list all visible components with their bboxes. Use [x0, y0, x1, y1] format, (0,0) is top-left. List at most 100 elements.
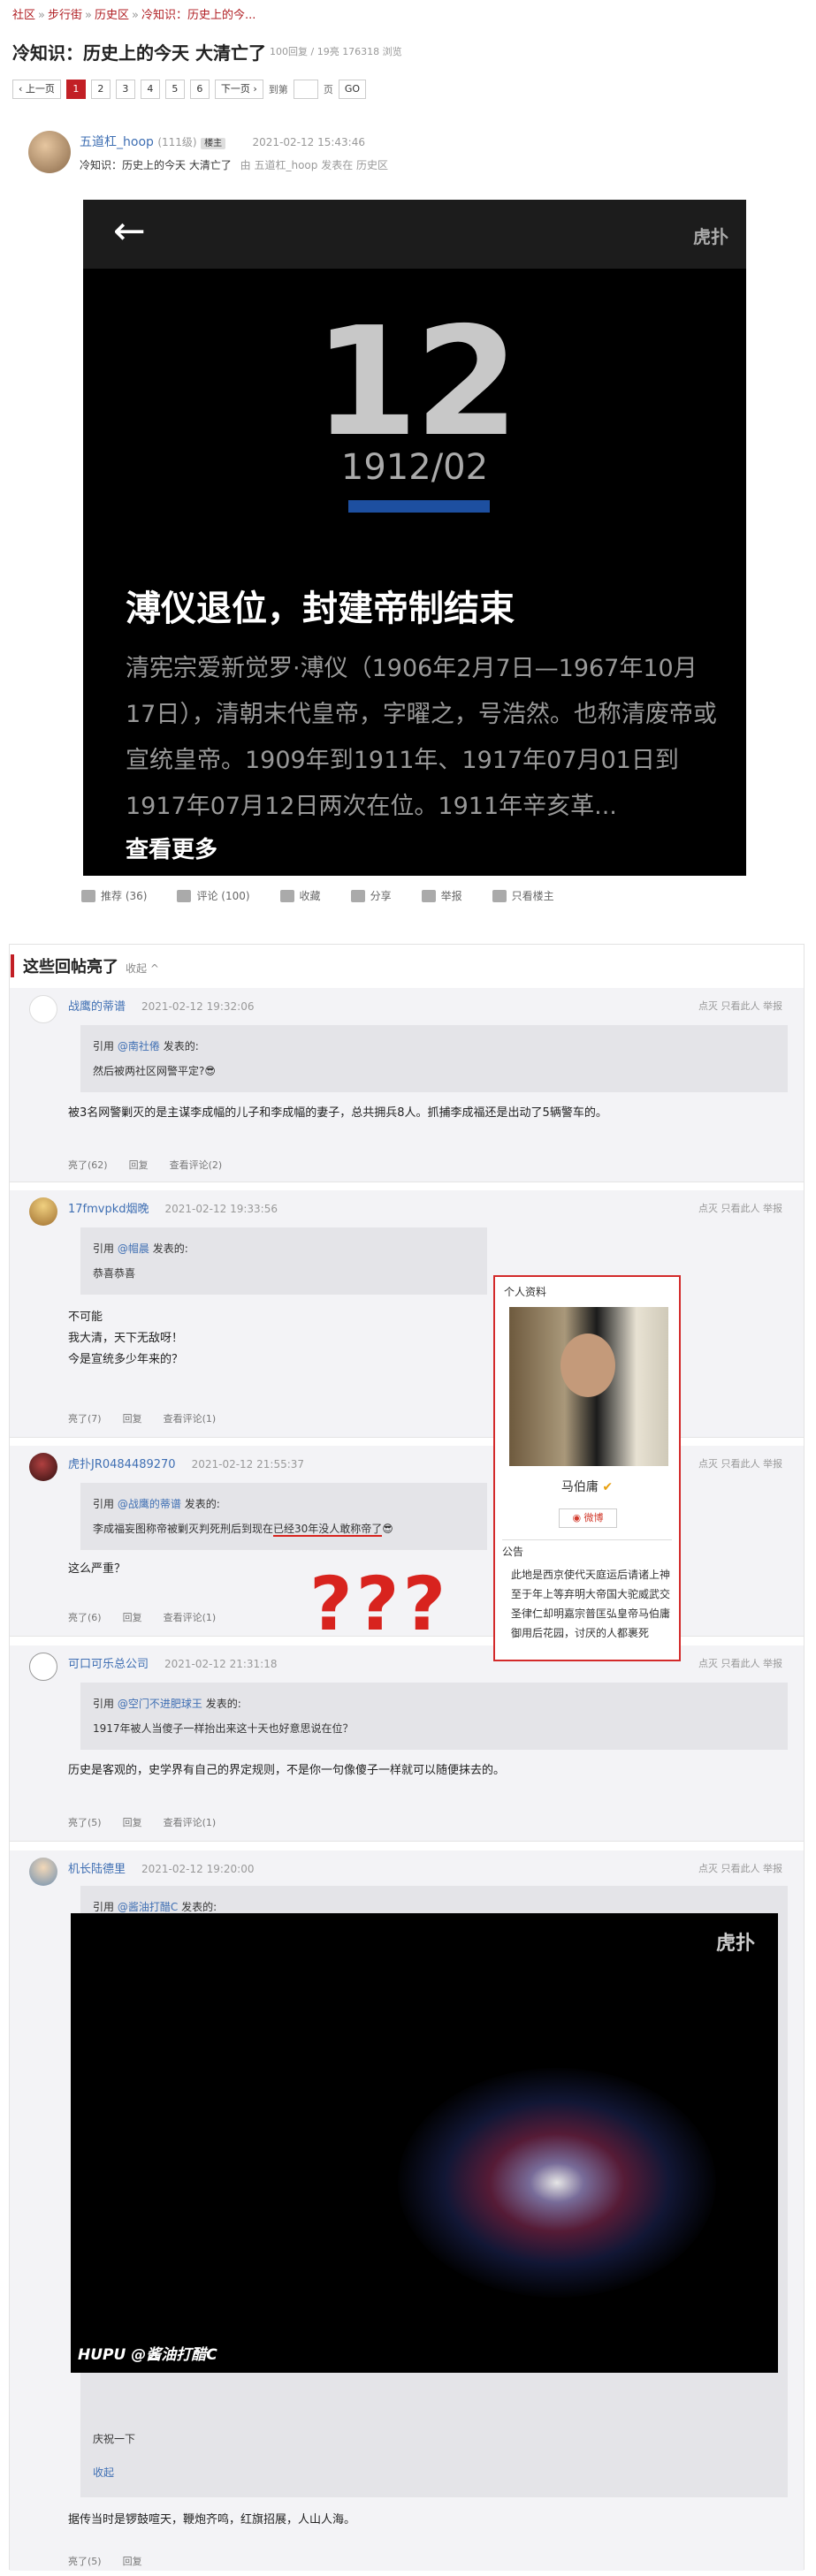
- comment-icon: [177, 889, 192, 902]
- share-action[interactable]: 分享: [350, 888, 392, 903]
- view-comments-button[interactable]: 查看评论(1): [164, 1815, 217, 1829]
- reply-button[interactable]: 回复: [123, 1411, 142, 1425]
- page-unit-label: 页: [323, 84, 333, 95]
- reply-username[interactable]: 17fmvpkd烟晚: [68, 1203, 149, 1216]
- quote-suffix: 发表的:: [181, 1901, 217, 1913]
- page-1-button[interactable]: 1: [65, 80, 86, 99]
- op-level: (111级): [157, 136, 197, 148]
- reply-avatar[interactable]: [29, 995, 57, 1023]
- quote-user[interactable]: @战鹰的蒂谱: [118, 1498, 181, 1510]
- comment-label: 评论 (100): [196, 890, 250, 902]
- reply-avatar[interactable]: [29, 1197, 57, 1226]
- page-6-button[interactable]: 6: [189, 80, 210, 99]
- view-comments-button[interactable]: 查看评论(1): [164, 1411, 217, 1425]
- favorite-action[interactable]: 收藏: [279, 888, 321, 903]
- quote-text: 李成福妄图称帝被剿灭判死刑后到现在已经30年没人敢称帝了😎: [93, 1516, 475, 1541]
- reply-footer: 亮了(5) 回复: [68, 2554, 142, 2568]
- reply-button[interactable]: 回复: [129, 1158, 149, 1172]
- quote-user[interactable]: @南社倦: [118, 1040, 160, 1052]
- quote-highlight: 已经30年没人敢称帝了: [273, 1523, 383, 1537]
- reply-tools[interactable]: 点灭 只看此人 举报: [698, 1201, 782, 1215]
- reply-header: 战鹰的蒂谱 2021-02-12 19:32:06: [68, 997, 254, 1014]
- reply-username[interactable]: 虎扑JR0484489270: [68, 1458, 176, 1471]
- go-button[interactable]: GO: [338, 80, 366, 99]
- quote-user[interactable]: @酱油打醋C: [118, 1901, 178, 1913]
- recommend-action[interactable]: 推荐 (36): [81, 888, 147, 903]
- page-number-input[interactable]: [293, 80, 318, 99]
- quote-prefix: 引用: [93, 1242, 115, 1255]
- hupu-logo: 虎扑: [715, 1933, 755, 1955]
- quote-user[interactable]: @空门不进肥球王: [118, 1698, 202, 1710]
- quote-collapse-link[interactable]: 收起: [93, 2460, 114, 2485]
- reply-avatar[interactable]: [29, 1453, 57, 1481]
- profile-card: 个人资料 马伯庸 ✔ ◉ 微博 公告 此地是西京使代天庭运后请诸上神至于年上等弃…: [493, 1275, 681, 1661]
- quote-user[interactable]: @帽晨: [118, 1242, 149, 1255]
- reply-time: 2021-02-12 19:20:00: [141, 1863, 255, 1875]
- weibo-label: 微博: [583, 1512, 604, 1524]
- page-5-button[interactable]: 5: [164, 80, 185, 99]
- only-op-action[interactable]: 只看楼主: [492, 888, 554, 903]
- view-comments-button[interactable]: 查看评论(2): [170, 1158, 223, 1172]
- image-description: 清宪宗爱新觉罗·溥仪（1906年2月7日—1967年10月17日），清朝末代皇帝…: [126, 655, 717, 820]
- only-op-label: 只看楼主: [511, 890, 554, 902]
- weibo-button[interactable]: ◉ 微博: [559, 1508, 617, 1528]
- view-comments-button[interactable]: 查看评论(1): [164, 1610, 217, 1624]
- breadcrumb-bxj[interactable]: 步行街: [48, 9, 82, 22]
- reply-tools[interactable]: 点灭 只看此人 举报: [698, 999, 782, 1013]
- quote-suffix: 发表的:: [152, 1242, 188, 1255]
- next-page-button[interactable]: 下一页 ›: [214, 80, 263, 99]
- reply-text: 不可能 我大清，天下无敌呀！ 今是宣统多少年来的？: [68, 1307, 183, 1371]
- page-2-button[interactable]: 2: [90, 80, 111, 99]
- quote-prefix: 引用: [93, 1040, 115, 1052]
- op-header: 五道杠_hoop (111级) 楼主 2021-02-12 15:43:46: [80, 133, 365, 150]
- reply-time: 2021-02-12 21:31:18: [164, 1658, 278, 1670]
- fireworks-image: 虎扑 HUPU @酱油打醋C: [71, 1913, 778, 2373]
- reply-button[interactable]: 回复: [123, 2554, 142, 2568]
- quote-suffix: 发表的:: [163, 1040, 199, 1052]
- reply-username[interactable]: 战鹰的蒂谱: [68, 1000, 126, 1014]
- profile-username: 马伯庸: [561, 1480, 599, 1494]
- light-button[interactable]: 亮了(6): [68, 1610, 102, 1624]
- reply-line: 不可能: [68, 1311, 103, 1324]
- eye-icon: [492, 889, 507, 902]
- reply-tools[interactable]: 点灭 只看此人 举报: [698, 1656, 782, 1670]
- op-username[interactable]: 五道杠_hoop: [80, 135, 154, 149]
- reply-line: 我大清，天下无敌呀！: [68, 1332, 184, 1345]
- light-button[interactable]: 亮了(5): [68, 1815, 102, 1829]
- reply-button[interactable]: 回复: [123, 1610, 142, 1624]
- reply-avatar[interactable]: [29, 1858, 57, 1886]
- warning-icon: [421, 889, 436, 902]
- image-headline: 溥仪退位，封建帝制结束: [126, 589, 515, 629]
- hot-replies-title: 这些回帖亮了 收起 ^: [11, 954, 159, 977]
- reply-header: 17fmvpkd烟晚 2021-02-12 19:33:56: [68, 1199, 278, 1216]
- light-button[interactable]: 亮了(5): [68, 2554, 102, 2568]
- reply-tools[interactable]: 点灭 只看此人 举报: [698, 1456, 782, 1470]
- prev-page-button[interactable]: ‹ 上一页: [12, 80, 61, 99]
- hot-replies-heading: 这些回帖亮了: [23, 958, 118, 976]
- reply-button[interactable]: 回复: [123, 1815, 142, 1829]
- post-image: ← 虎扑 12 1912/02 溥仪退位，封建帝制结束 清宪宗爱新觉罗·溥仪（1…: [83, 200, 746, 876]
- reply-quote: 引用 @南社倦 发表的: 然后被两社区网警平定?😎: [80, 1025, 788, 1092]
- op-avatar[interactable]: [28, 131, 71, 173]
- quote-prefix: 引用: [93, 1901, 115, 1913]
- light-button[interactable]: 亮了(7): [68, 1411, 102, 1425]
- reply-username[interactable]: 机长陆德里: [68, 1863, 126, 1876]
- light-button[interactable]: 亮了(62): [68, 1158, 108, 1172]
- page-4-button[interactable]: 4: [140, 80, 160, 99]
- reply-username[interactable]: 可口可乐总公司: [68, 1658, 149, 1671]
- op-badge: 楼主: [201, 138, 226, 149]
- reply-avatar[interactable]: [29, 1653, 57, 1681]
- quote-header: 引用 @空门不进肥球王 发表的:: [93, 1691, 775, 1716]
- page-3-button[interactable]: 3: [115, 80, 135, 99]
- breadcrumb-history[interactable]: 历史区: [95, 9, 129, 22]
- verified-icon: ✔: [602, 1480, 614, 1494]
- reply-tools[interactable]: 点灭 只看此人 举报: [698, 1861, 782, 1875]
- breadcrumb-community[interactable]: 社区: [12, 9, 35, 22]
- op-time: 2021-02-12 15:43:46: [252, 136, 365, 148]
- quote-prefix: 引用: [93, 1498, 115, 1510]
- reply-text: 这么严重？: [68, 1562, 126, 1576]
- comment-action[interactable]: 评论 (100): [177, 888, 250, 903]
- report-action[interactable]: 举报: [421, 888, 462, 903]
- collapse-toggle[interactable]: 收起 ^: [126, 962, 159, 975]
- op-subtitle: 冷知识：历史上的今天 大清亡了: [80, 159, 232, 171]
